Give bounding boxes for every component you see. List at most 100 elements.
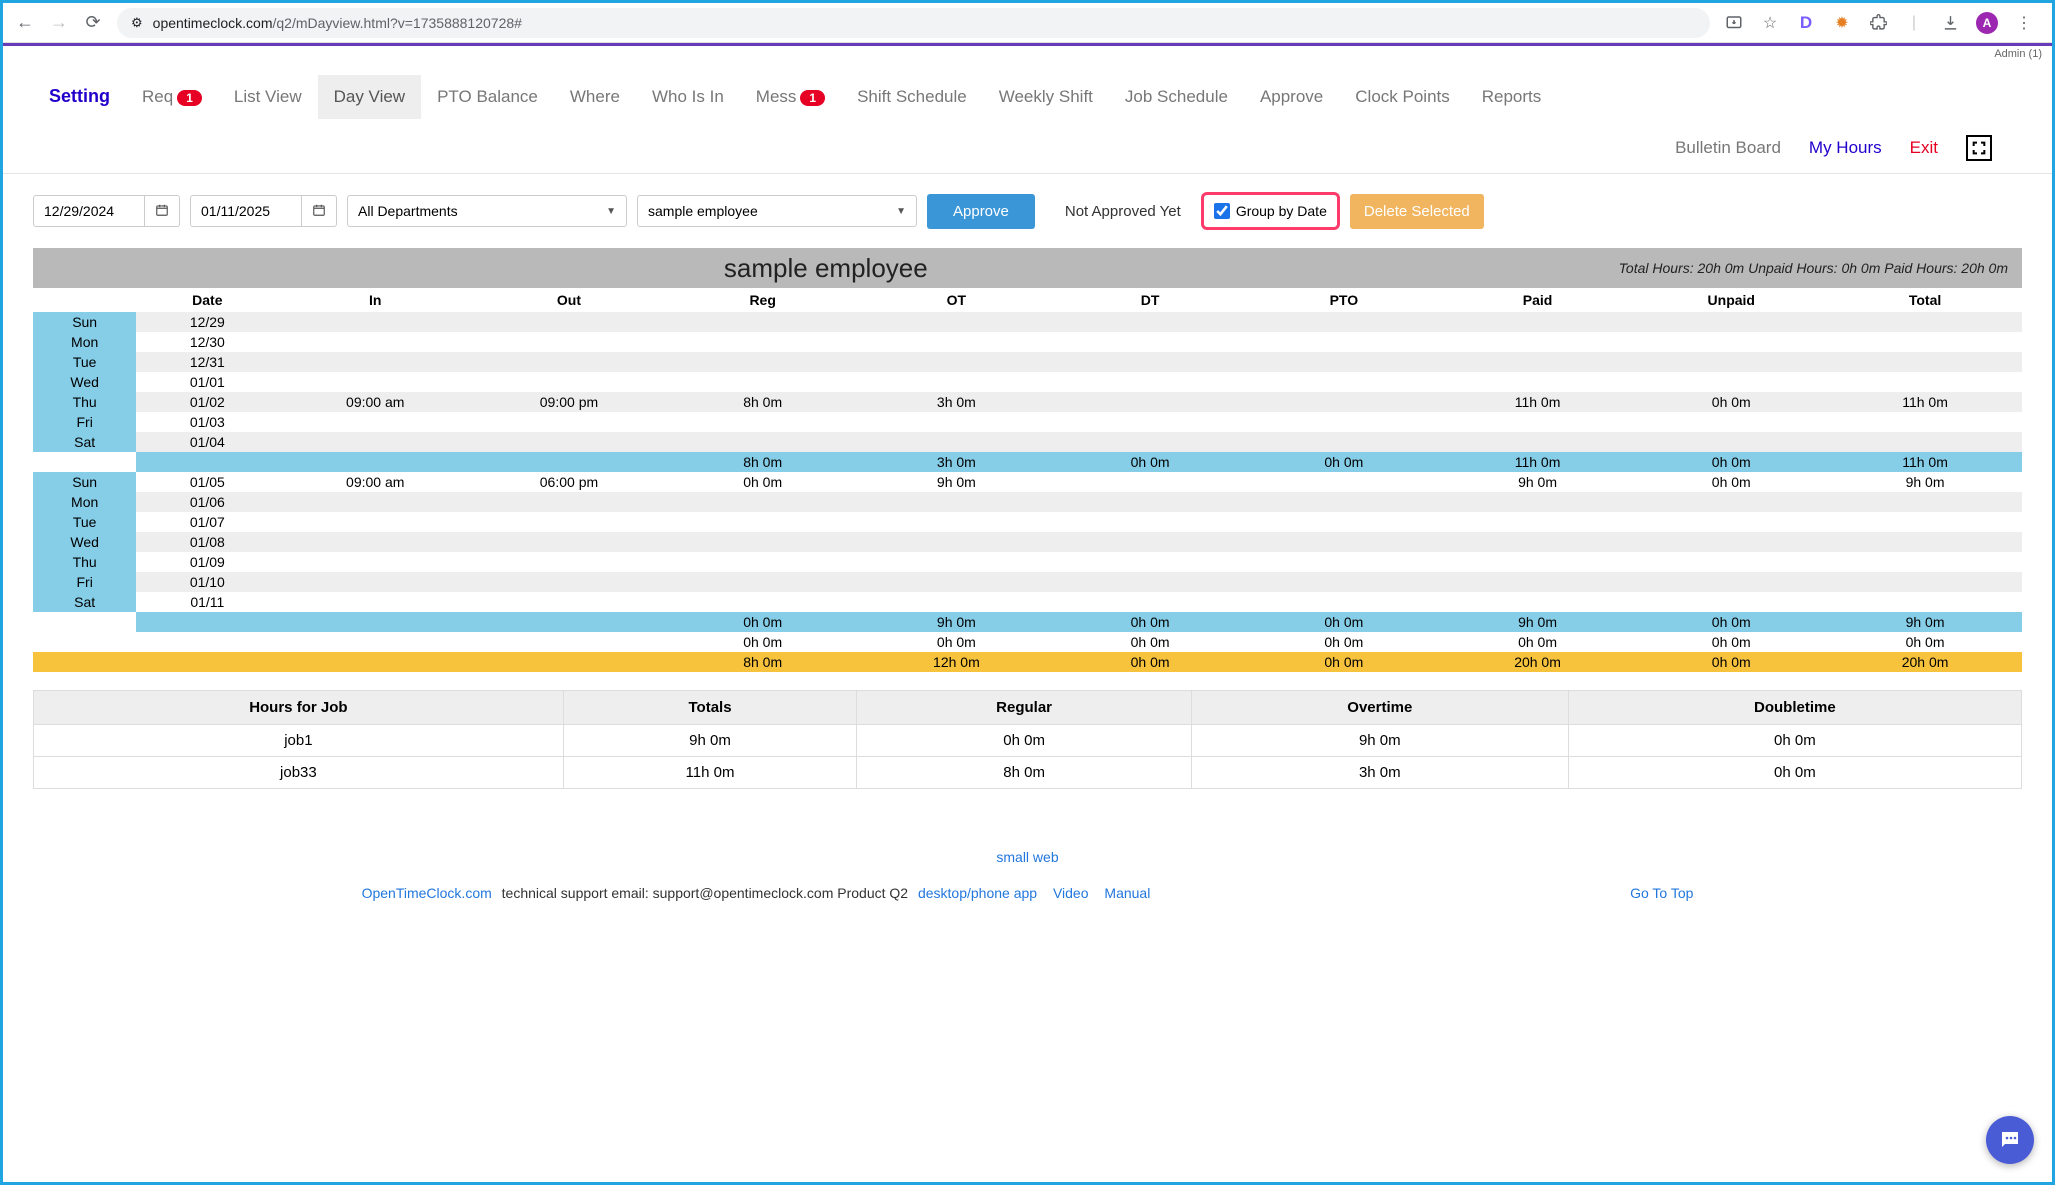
desktop-app-link[interactable]: desktop/phone app (918, 885, 1037, 901)
th-reg: Reg (666, 288, 860, 312)
tab-clock-points[interactable]: Clock Points (1339, 75, 1465, 119)
chat-widget-button[interactable] (1986, 1116, 2034, 1164)
tab-req[interactable]: Req1 (126, 75, 218, 119)
cell-day: Sat (33, 432, 136, 452)
cell-unpaid (1634, 492, 1828, 512)
sum-dt: 0h 0m (1053, 452, 1247, 472)
table-row[interactable]: Tue 01/07 (33, 512, 2022, 532)
date-from-calendar-button[interactable] (145, 195, 180, 227)
approve-button[interactable]: Approve (927, 194, 1035, 229)
cell-unpaid (1634, 572, 1828, 592)
cell-unpaid (1634, 512, 1828, 532)
sum-paid: 11h 0m (1441, 452, 1635, 472)
table-row[interactable]: Wed 01/01 (33, 372, 2022, 392)
table-row[interactable]: Sun 12/29 (33, 312, 2022, 332)
job-name: job1 (34, 725, 564, 757)
downloads-icon[interactable] (1940, 13, 1960, 33)
address-bar[interactable]: ⚙ opentimeclock.com/q2/mDayview.html?v=1… (117, 8, 1710, 38)
install-app-icon[interactable] (1724, 13, 1744, 33)
small-web-link[interactable]: small web (996, 849, 1058, 865)
date-from-input[interactable] (33, 195, 145, 227)
sum-ot: 9h 0m (860, 612, 1054, 632)
tab-pto-balance[interactable]: PTO Balance (421, 75, 554, 119)
tab-shift-schedule[interactable]: Shift Schedule (841, 75, 983, 119)
cell-reg (666, 312, 860, 332)
tab-mess[interactable]: Mess1 (740, 75, 841, 119)
tab-where[interactable]: Where (554, 75, 636, 119)
sum-total: 11h 0m (1828, 452, 2022, 472)
table-row[interactable]: Thu 01/02 09:00 am 09:00 pm 8h 0m 3h 0m … (33, 392, 2022, 412)
employee-select-value: sample employee (648, 203, 758, 219)
group-by-date-label: Group by Date (1236, 203, 1327, 219)
employee-select[interactable]: sample employee ▼ (637, 195, 917, 227)
link-bulletin-board[interactable]: Bulletin Board (1675, 138, 1781, 158)
cell-dt (1053, 552, 1247, 572)
cell-ot (860, 352, 1054, 372)
caret-down-icon: ▼ (606, 206, 616, 217)
manual-link[interactable]: Manual (1104, 885, 1150, 901)
tab-reports[interactable]: Reports (1466, 75, 1558, 119)
table-row[interactable]: Mon 12/30 (33, 332, 2022, 352)
extension-d-icon[interactable]: D (1796, 13, 1816, 33)
link-exit[interactable]: Exit (1910, 138, 1938, 158)
group-by-date-checkbox[interactable] (1214, 203, 1230, 219)
delete-selected-button[interactable]: Delete Selected (1350, 194, 1484, 229)
date-to-input[interactable] (190, 195, 302, 227)
tab-job-schedule[interactable]: Job Schedule (1109, 75, 1244, 119)
extension-bug-icon[interactable]: ✹ (1832, 13, 1852, 33)
site-info-icon[interactable]: ⚙ (131, 15, 143, 31)
date-to-calendar-button[interactable] (302, 195, 337, 227)
cell-total (1828, 492, 2022, 512)
profile-avatar[interactable]: A (1976, 12, 1998, 34)
forward-button[interactable]: → (49, 12, 69, 33)
table-row[interactable]: Sun 01/05 09:00 am 06:00 pm 0h 0m 9h 0m … (33, 472, 2022, 492)
job-name: job33 (34, 757, 564, 789)
cell-date: 01/04 (136, 432, 278, 452)
main-nav: Setting Req1 List View Day View PTO Bala… (3, 60, 2052, 174)
back-button[interactable]: ← (15, 12, 35, 33)
tab-list-view[interactable]: List View (218, 75, 318, 119)
cell-ot (860, 432, 1054, 452)
tab-day-view[interactable]: Day View (318, 75, 422, 119)
cell-date: 12/31 (136, 352, 278, 372)
url-host: opentimeclock.com (153, 15, 273, 31)
extensions-puzzle-icon[interactable] (1868, 13, 1888, 33)
bookmark-star-icon[interactable]: ☆ (1760, 13, 1780, 33)
reload-button[interactable]: ⟳ (83, 12, 103, 33)
tab-who-is-in[interactable]: Who Is In (636, 75, 740, 119)
table-row[interactable]: Tue 12/31 (33, 352, 2022, 372)
tab-setting[interactable]: Setting (33, 74, 126, 119)
cell-ot (860, 512, 1054, 532)
go-to-top-link[interactable]: Go To Top (1630, 885, 1693, 901)
cell-paid (1441, 552, 1635, 572)
table-row[interactable]: Fri 01/10 (33, 572, 2022, 592)
cell-total (1828, 312, 2022, 332)
table-row[interactable]: Mon 01/06 (33, 492, 2022, 512)
video-link[interactable]: Video (1053, 885, 1089, 901)
cell-ot: 3h 0m (860, 392, 1054, 412)
cell-day: Sun (33, 312, 136, 332)
link-my-hours[interactable]: My Hours (1809, 138, 1882, 158)
table-row[interactable]: Thu 01/09 (33, 552, 2022, 572)
cell-dt (1053, 312, 1247, 332)
job-totals: 11h 0m (563, 757, 857, 789)
fullscreen-icon[interactable] (1966, 135, 1992, 161)
cell-out (472, 592, 666, 612)
cell-unpaid: 0h 0m (1634, 472, 1828, 492)
cell-out: 09:00 pm (472, 392, 666, 412)
department-select[interactable]: All Departments ▼ (347, 195, 627, 227)
table-row[interactable]: Wed 01/08 (33, 532, 2022, 552)
tab-approve[interactable]: Approve (1244, 75, 1339, 119)
otc-link[interactable]: OpenTimeClock.com (362, 885, 492, 901)
table-row[interactable]: Fri 01/03 (33, 412, 2022, 432)
summary-row: 8h 0m 12h 0m 0h 0m 0h 0m 20h 0m 0h 0m 20… (33, 652, 2022, 672)
cell-in (278, 412, 472, 432)
browser-toolbar: ← → ⟳ ⚙ opentimeclock.com/q2/mDayview.ht… (3, 3, 2052, 43)
tab-weekly-shift[interactable]: Weekly Shift (983, 75, 1109, 119)
table-row[interactable]: Sat 01/04 (33, 432, 2022, 452)
kebab-menu-icon[interactable]: ⋮ (2014, 13, 2034, 33)
table-row[interactable]: Sat 01/11 (33, 592, 2022, 612)
cell-dt (1053, 512, 1247, 532)
group-by-date-toggle[interactable]: Group by Date (1201, 192, 1340, 230)
cell-date: 01/10 (136, 572, 278, 592)
